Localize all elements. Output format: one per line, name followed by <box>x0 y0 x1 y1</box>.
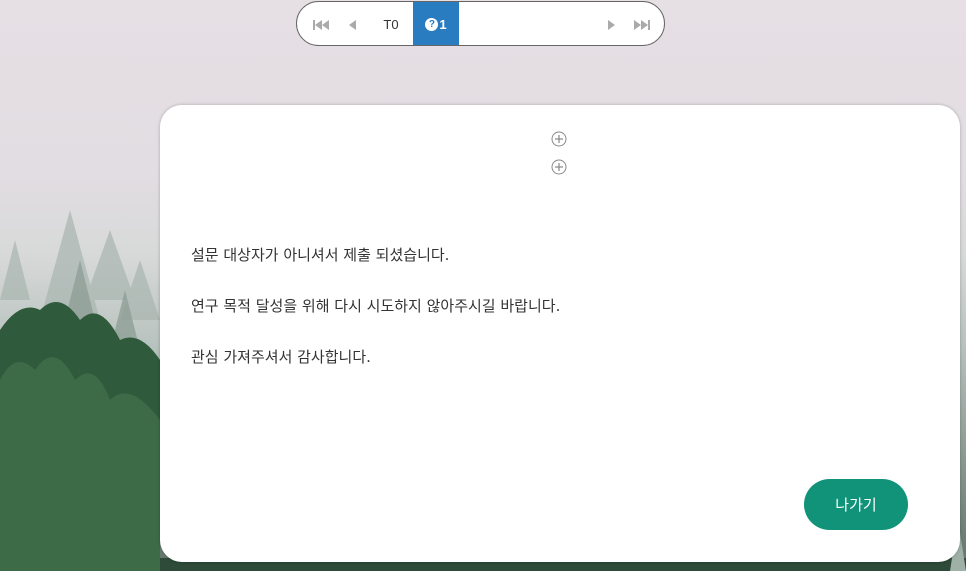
skip-last-icon <box>634 19 650 30</box>
page-q1-button[interactable]: ? 1 <box>413 2 459 45</box>
message-line-3: 관심 가져주셔서 감사합니다. <box>191 348 371 366</box>
message-line-1: 설문 대상자가 아니셔서 제출 되셨습니다. <box>191 246 450 264</box>
message-text: 설문 대상자가 아니셔서 제출 되셨습니다. 연구 목적 달성을 위해 다시 시… <box>191 245 911 398</box>
question-navigator: T0 ? 1 <box>296 1 665 46</box>
page-t0-label: T0 <box>383 17 399 32</box>
next-page-button[interactable] <box>599 2 623 45</box>
plus-circle-icon[interactable] <box>551 131 567 147</box>
plus-circle-icon[interactable] <box>551 159 567 175</box>
prev-icon <box>348 19 356 30</box>
message-line-2: 연구 목적 달성을 위해 다시 시도하지 않아주시길 바랍니다. <box>191 297 561 315</box>
first-page-button[interactable] <box>307 2 335 45</box>
message-card: 설문 대상자가 아니셔서 제출 되셨습니다. 연구 목적 달성을 위해 다시 시… <box>160 105 960 562</box>
next-icon <box>607 19 615 30</box>
exit-button[interactable]: 나가기 <box>804 479 908 530</box>
page-t0-button[interactable]: T0 <box>375 2 407 45</box>
question-circle-icon: ? <box>425 18 439 31</box>
prev-page-button[interactable] <box>340 2 364 45</box>
last-page-button[interactable] <box>627 2 657 45</box>
skip-first-icon <box>313 19 329 30</box>
page-q1-label: 1 <box>439 17 447 32</box>
